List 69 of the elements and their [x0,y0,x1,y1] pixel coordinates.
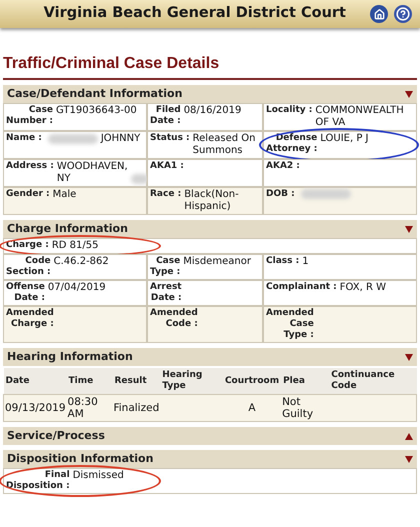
field-value: C.46.2-862 [54,256,109,268]
section-header[interactable]: Case/Defendant Information [3,85,417,103]
field-label: Offense Date : [6,282,45,304]
field-value: COMMONWEALTH OF VA [315,105,405,129]
field-value: Male [52,189,76,201]
section-header[interactable]: Service/Process [3,427,417,445]
field-value: RD 81/55 [52,240,98,252]
field-value: Dismissed [72,470,124,482]
expand-arrow-icon[interactable] [405,456,413,462]
expand-arrow-icon[interactable] [405,90,413,98]
table-cell: 08:30 AM [68,396,98,420]
field-label: Amended Case Type : [266,308,314,341]
field-value: LOUIE, P J [320,133,368,145]
section-header[interactable]: Disposition Information [3,450,417,468]
field-label: Final Disposition : [6,470,70,492]
column-header: Continuance Code [329,368,416,394]
field-value: 1 [302,256,309,268]
field-label: Defense Attorney : [266,133,318,155]
field-label: Address : [6,161,54,172]
field-label: Code Section : [6,256,51,278]
table-cell: 09/13/2019 [5,402,66,414]
column-header: Plea [281,368,330,394]
field-label: Amended Charge : [6,308,54,330]
section-title: Service/Process [7,428,105,444]
field-label: Class : [266,256,300,267]
field-label: Amended Code : [150,308,198,330]
column-header: Time [66,368,112,394]
field-value: WOODHAVEN, NY [56,161,128,185]
expand-arrow-icon[interactable] [405,226,413,232]
header-title: Virginia Beach General District Court [44,4,346,24]
expand-arrow-icon[interactable] [405,354,413,360]
field-label: Case Number : [6,105,54,127]
table-cell: A [248,402,256,414]
column-header: Date [4,368,67,394]
field-value: Black(Non-Hispanic) [184,189,240,213]
field-label: Status : [150,133,190,144]
section-header[interactable]: Charge Information [3,220,417,238]
home-icon[interactable] [370,5,388,23]
field-label: Race : [150,189,182,200]
field-value: JOHNNY [100,133,140,145]
field-value: Misdemeanor [183,256,251,268]
table-cell: Finalized [113,402,160,414]
field-label: DOB : [266,189,295,200]
column-header: Courtroom [222,368,282,394]
field-label: AKA2 : [266,161,300,172]
collapse-arrow-icon[interactable] [405,432,413,440]
field-label: Case Type : [150,256,180,278]
field-value: Released On Summons [192,133,256,157]
field-value: FOX, R W [340,282,386,294]
table-cell: Not Guilty [282,396,314,420]
section-title: Disposition Information [7,450,154,467]
field-label: Name : [6,133,42,144]
field-label: Arrest Date : [150,282,182,304]
help-icon[interactable] [394,5,412,23]
column-header: Result [112,368,160,394]
field-label: AKA1 : [150,161,184,172]
field-value: 07/04/2019 [48,282,106,294]
field-label: Filed Date : [150,105,181,127]
section-title: Hearing Information [7,348,133,365]
section-title: Charge Information [7,220,128,237]
field-label: Locality : [266,105,312,116]
section-header[interactable]: Hearing Information [3,348,417,366]
field-label: Gender : [6,189,50,200]
field-value: 08/16/2019 [184,105,242,117]
column-header: Hearing Type [160,368,223,394]
field-label: Complainant : [266,282,337,293]
page-title: Traffic/Criminal Case Details [3,52,417,80]
section-title: Case/Defendant Information [7,86,182,102]
field-value: GT19036643-00 [56,105,137,117]
